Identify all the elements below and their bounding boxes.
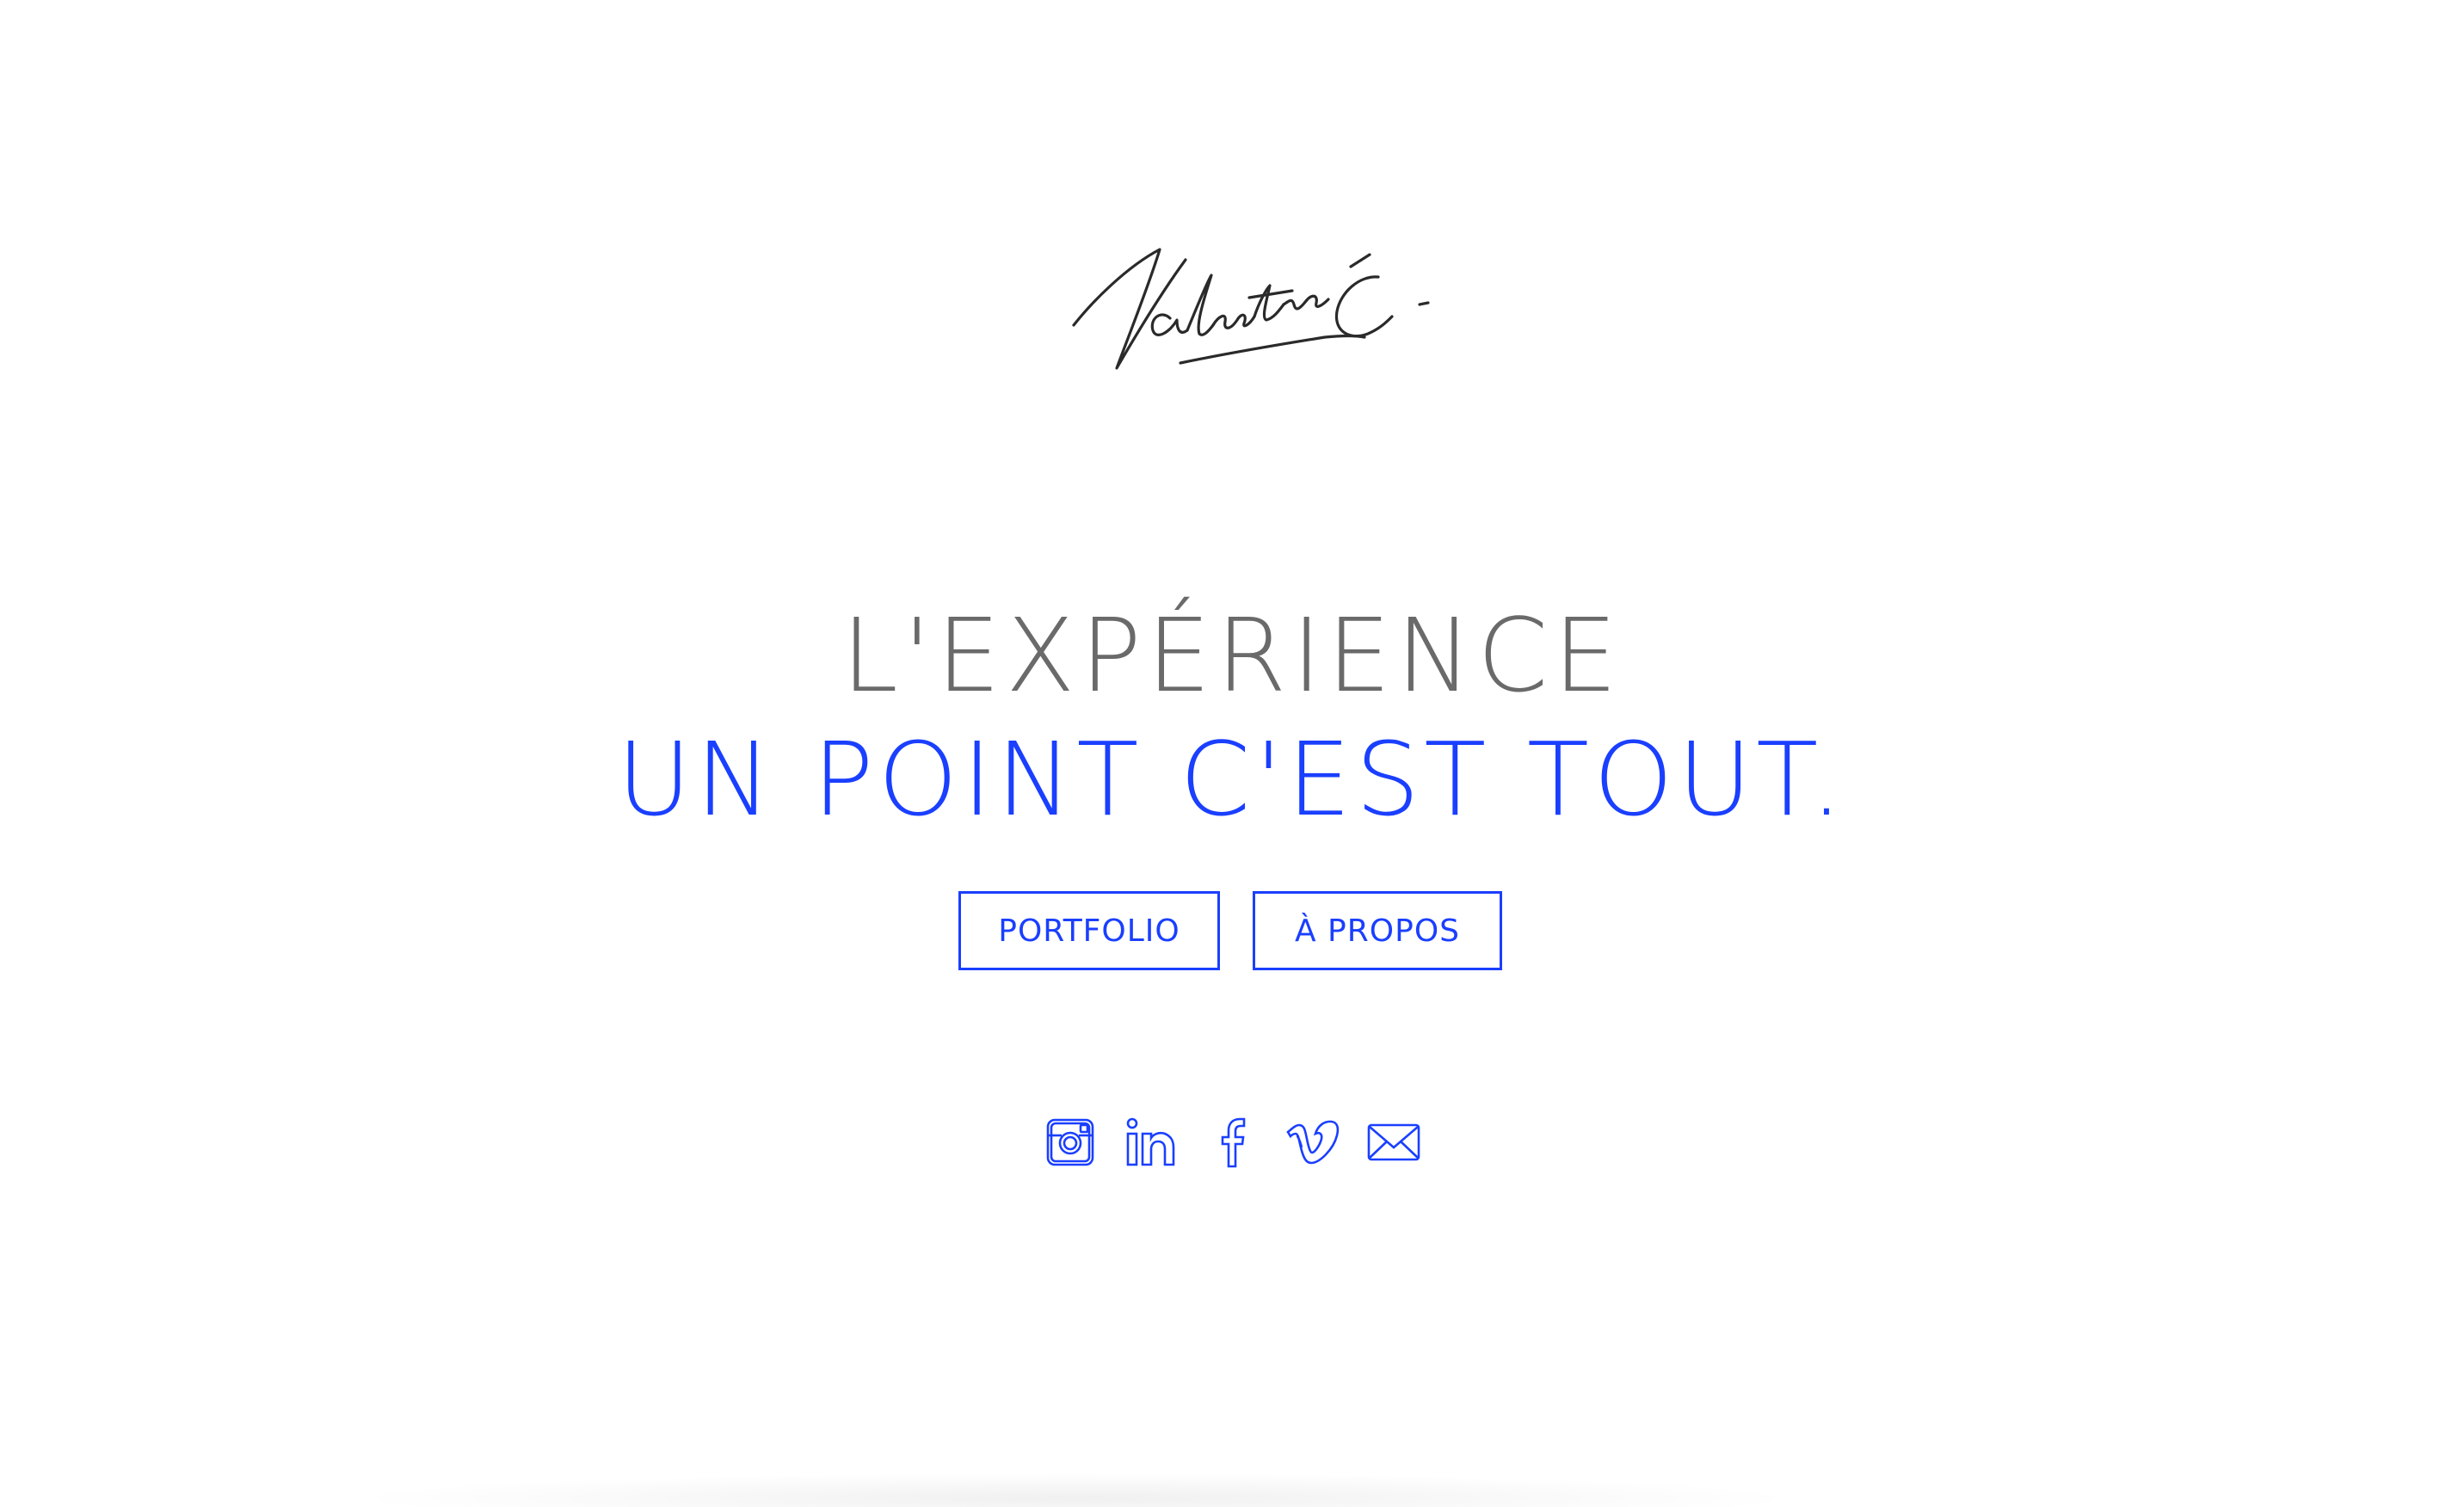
portfolio-button[interactable]: PORTFOLIO: [958, 891, 1220, 970]
signature-logo[interactable]: [1067, 215, 1445, 378]
landing-page: L'EXPÉRIENCE UN POINT C'EST TOUT. PORTFO…: [0, 0, 2464, 1507]
facebook-icon: [1221, 1117, 1246, 1168]
hero-headline-line2: UN POINT C'EST TOUT.: [617, 720, 1847, 839]
social-links: [1043, 1115, 1421, 1170]
mail-icon: [1367, 1123, 1420, 1161]
linkedin-icon: [1126, 1117, 1175, 1166]
instagram-link[interactable]: [1043, 1115, 1098, 1170]
vimeo-icon: [1286, 1120, 1340, 1165]
hero-headline-line1: L'EXPÉRIENCE: [841, 596, 1623, 715]
mail-link[interactable]: [1366, 1115, 1421, 1170]
vimeo-link[interactable]: [1285, 1115, 1340, 1170]
instagram-icon: [1046, 1118, 1094, 1166]
facebook-link[interactable]: [1204, 1115, 1260, 1170]
linkedin-link[interactable]: [1124, 1115, 1179, 1170]
bottom-shadow: [344, 1473, 1807, 1507]
apropos-button[interactable]: À PROPOS: [1253, 891, 1502, 970]
